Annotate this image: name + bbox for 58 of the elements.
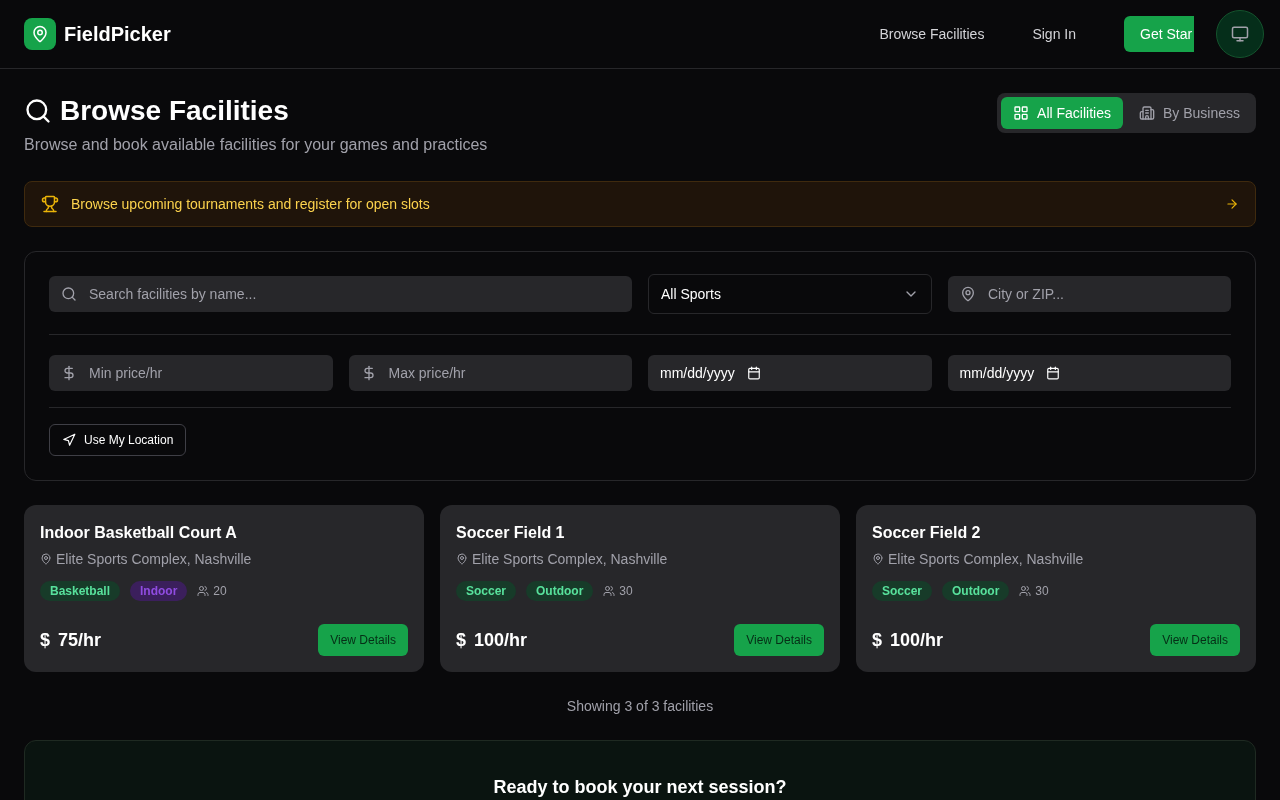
grid-icon	[1013, 105, 1030, 121]
logo-icon	[24, 18, 56, 50]
page-title: Browse Facilities	[60, 94, 289, 128]
facility-name: Soccer Field 1	[456, 523, 566, 543]
view-details-button[interactable]: View Details	[734, 624, 824, 656]
cta-title: Ready to book your next session?	[493, 776, 787, 799]
nav-link[interactable]: Sign In	[1016, 24, 1092, 44]
search-field[interactable]: Search facilities by name...	[49, 276, 632, 312]
view-details-button[interactable]: View Details	[1150, 624, 1240, 656]
capacity: 20	[213, 583, 227, 599]
facility-tag: Outdoor	[526, 581, 594, 601]
results-count: Showing 3 of 3 facilities	[565, 697, 715, 716]
facility-tag: Basketball	[40, 581, 121, 601]
people-icon	[603, 585, 616, 597]
monitor-icon	[1231, 25, 1249, 43]
trophy-icon	[41, 195, 59, 213]
facility-name: Soccer Field 2	[872, 523, 982, 543]
facility-tag: Outdoor	[942, 581, 1010, 601]
use-location-button[interactable]: Use My Location	[49, 424, 187, 456]
currency-symbol: $	[872, 629, 882, 652]
pin-icon	[872, 553, 884, 565]
facility-location: Elite Sports Complex, Nashville	[472, 550, 668, 569]
facility-tag: Indoor	[130, 581, 188, 601]
capacity: 30	[619, 583, 633, 599]
facility-location: Elite Sports Complex, Nashville	[56, 550, 252, 569]
sport-select[interactable]: All Sports	[648, 274, 932, 314]
people-icon	[1019, 585, 1032, 597]
page-subtitle: Browse and book available facilities for your games and practices	[24, 135, 488, 155]
pin-icon	[40, 553, 52, 565]
facility-name: Indoor Basketball Court A	[40, 523, 238, 543]
facility-tag: Soccer	[456, 581, 517, 601]
search-icon	[24, 97, 52, 125]
facility-tag: Soccer	[872, 581, 933, 601]
nav-link[interactable]: Browse Facilities	[863, 24, 1001, 44]
location-field[interactable]: City or ZIP...	[948, 276, 1231, 312]
banner-text: Browse upcoming tournaments and register for open slots	[71, 195, 430, 214]
tournament-banner[interactable]: Browse upcoming tournaments and register for open slots	[24, 181, 1256, 227]
view-tab[interactable]: By Business	[1126, 97, 1252, 129]
facility-price: 100/hr	[474, 629, 528, 652]
price-field[interactable]: Max price/hr	[348, 355, 632, 391]
pin-icon	[456, 553, 468, 565]
facility-price: 75/hr	[58, 629, 102, 652]
price-field[interactable]: Min price/hr	[49, 355, 333, 391]
capacity: 30	[1035, 583, 1049, 599]
brand-name: FieldPicker	[64, 22, 171, 47]
navigation-icon	[62, 433, 76, 447]
currency-symbol: $	[40, 629, 50, 652]
facility-price: 100/hr	[890, 629, 944, 652]
date-field[interactable]: mm/dd/yyyy	[947, 355, 1231, 391]
facility-location: Elite Sports Complex, Nashville	[888, 550, 1084, 569]
building-icon	[1138, 105, 1155, 121]
view-details-button[interactable]: View Details	[318, 624, 408, 656]
calendar-icon	[1046, 366, 1061, 380]
currency-symbol: $	[456, 629, 466, 652]
monitor-button[interactable]	[1216, 10, 1264, 58]
date-field[interactable]: mm/dd/yyyy	[648, 355, 932, 391]
calendar-icon	[746, 366, 761, 380]
people-icon	[197, 585, 210, 597]
